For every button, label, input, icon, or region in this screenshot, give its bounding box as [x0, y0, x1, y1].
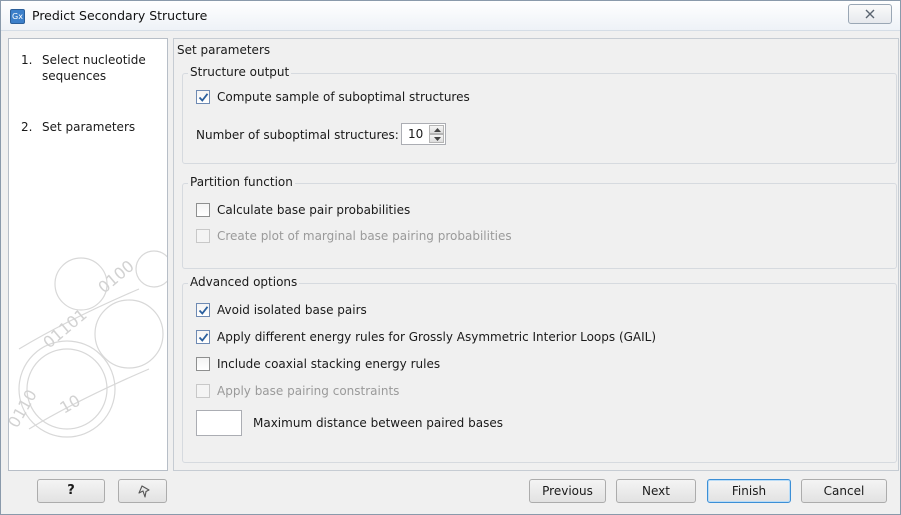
- caret-down-icon: [434, 137, 441, 141]
- checkbox-label: Apply different energy rules for Grossly…: [217, 330, 657, 344]
- partition-function-group: Partition function Calculate base pair p…: [182, 175, 897, 269]
- checkbox-label: Compute sample of suboptimal structures: [217, 90, 470, 104]
- marginal-plot-checkbox[interactable]: [196, 229, 210, 243]
- svg-text:01101: 01101: [39, 305, 90, 352]
- checkbox-label: Include coaxial stacking energy rules: [217, 357, 441, 371]
- spin-up-button[interactable]: [429, 125, 444, 134]
- reset-button[interactable]: [118, 479, 167, 503]
- next-button[interactable]: Next: [616, 479, 696, 503]
- suboptimal-count-spinner[interactable]: 10: [401, 123, 446, 145]
- binary-swirl-watermark: 01101 0100 0110 10: [9, 250, 167, 438]
- title-bar: Gx Predict Secondary Structure: [1, 1, 900, 31]
- step-number: 1.: [21, 53, 33, 67]
- group-title: Structure output: [188, 65, 292, 79]
- suboptimal-count-label: Number of suboptimal structures:: [196, 128, 399, 142]
- caret-up-icon: [434, 128, 441, 132]
- panel-heading: Set parameters: [177, 43, 271, 57]
- checkmark-icon: [198, 306, 209, 315]
- close-button[interactable]: [848, 4, 892, 24]
- base-pairing-constraints-checkbox[interactable]: [196, 384, 210, 398]
- help-button[interactable]: ?: [37, 479, 105, 503]
- svg-text:10: 10: [57, 391, 84, 418]
- app-icon: Gx: [10, 9, 25, 24]
- coaxial-stacking-checkbox[interactable]: [196, 357, 210, 371]
- checkmark-icon: [198, 93, 209, 102]
- previous-button[interactable]: Previous: [529, 479, 606, 503]
- max-distance-label: Maximum distance between paired bases: [253, 416, 503, 430]
- reset-arrow-icon: [138, 485, 150, 498]
- parameters-panel: Set parameters Structure output Compute …: [173, 38, 899, 471]
- checkbox-label: Calculate base pair probabilities: [217, 203, 411, 217]
- advanced-options-group: Advanced options Avoid isolated base pai…: [182, 275, 897, 463]
- checkmark-icon: [198, 333, 209, 342]
- spin-down-button[interactable]: [429, 134, 444, 143]
- step-number: 2.: [21, 120, 33, 134]
- close-icon: [865, 9, 875, 19]
- calc-probabilities-checkbox[interactable]: [196, 203, 210, 217]
- spinner-value[interactable]: 10: [408, 127, 423, 141]
- structure-output-group: Structure output Compute sample of subop…: [182, 65, 897, 164]
- svg-text:0100: 0100: [94, 256, 137, 297]
- checkbox-label: Avoid isolated base pairs: [217, 303, 367, 317]
- group-title: Partition function: [188, 175, 295, 189]
- gail-checkbox[interactable]: [196, 330, 210, 344]
- dialog-window: Gx Predict Secondary Structure 1. Select…: [0, 0, 901, 515]
- finish-button[interactable]: Finish: [707, 479, 791, 503]
- checkbox-label: Apply base pairing constraints: [217, 384, 400, 398]
- step-label: Set parameters: [42, 120, 136, 134]
- window-title: Predict Secondary Structure: [32, 8, 208, 23]
- steps-panel: 1. Select nucleotide sequences 2. Set pa…: [8, 38, 168, 471]
- max-distance-input[interactable]: [196, 410, 242, 436]
- checkbox-label: Create plot of marginal base pairing pro…: [217, 229, 512, 243]
- step-label: Select nucleotide sequences: [42, 53, 146, 83]
- compute-suboptimal-checkbox[interactable]: [196, 90, 210, 104]
- avoid-isolated-checkbox[interactable]: [196, 303, 210, 317]
- cancel-button[interactable]: Cancel: [801, 479, 887, 503]
- group-title: Advanced options: [188, 275, 300, 289]
